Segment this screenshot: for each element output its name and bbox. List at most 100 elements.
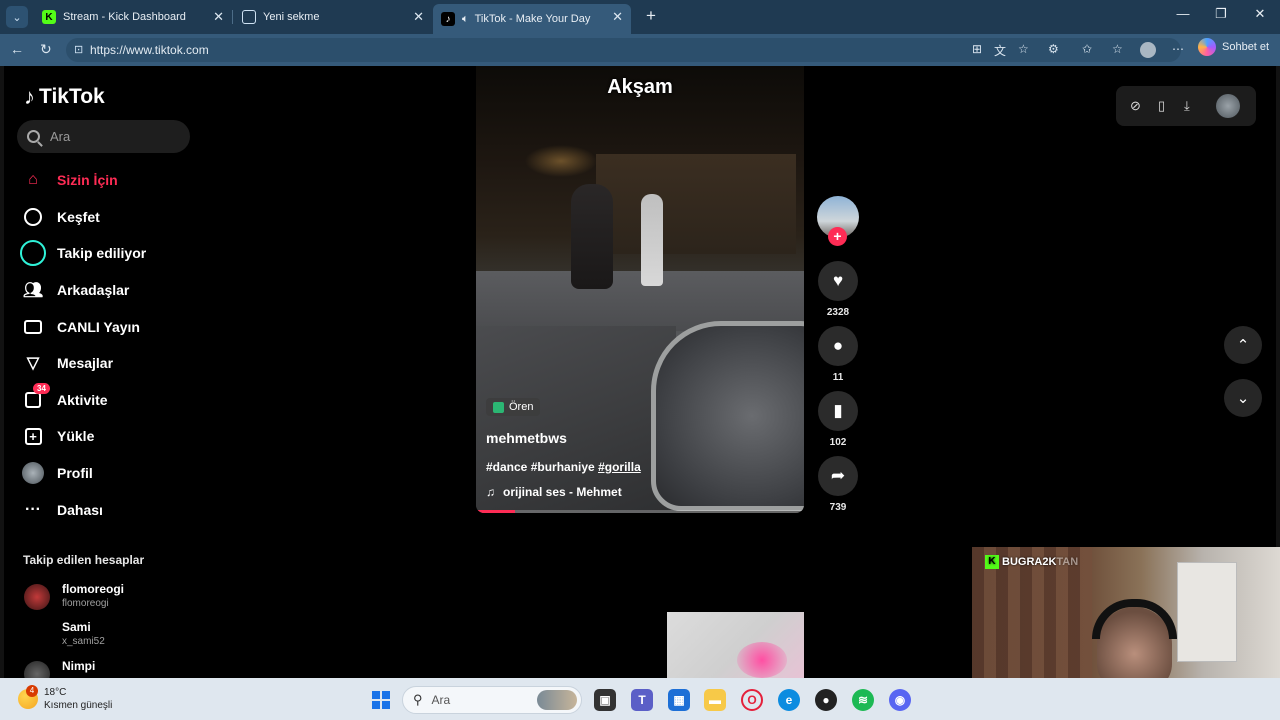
tab-actions-menu[interactable]: ⌄ (6, 6, 28, 28)
extensions-icon[interactable]: ⚙ (1048, 42, 1059, 56)
back-icon[interactable]: ← (10, 41, 24, 57)
search-icon (27, 130, 40, 143)
app-available-icon[interactable]: ⊞ (972, 42, 982, 56)
browser-tab-bar: ⌄ K Stream - Kick Dashboard ✕ Yeni sekme… (0, 0, 1280, 34)
comment-icon: ● (818, 326, 858, 366)
video-hashtags[interactable]: #dance #burhaniye #gorilla (486, 460, 641, 474)
nav-item-profile[interactable]: Profil (20, 455, 146, 492)
live-icon (20, 314, 46, 340)
user-avatar[interactable] (1216, 94, 1240, 118)
minimize-icon[interactable]: — (1168, 6, 1198, 21)
chevron-down-icon: ⌄ (1236, 390, 1250, 407)
more-menu-icon[interactable]: ⋯ (1172, 42, 1184, 56)
tab-tiktok[interactable]: ♪ 🔈︎ TikTok - Make Your Day ✕ (433, 4, 631, 34)
device-icon[interactable]: ▯ (1158, 98, 1165, 114)
file-explorer-icon[interactable]: ▬ (704, 689, 726, 711)
close-tab-icon[interactable]: ✕ (213, 9, 224, 25)
video-progress-bar[interactable] (476, 510, 804, 513)
url-text: https://www.tiktok.com (90, 43, 209, 57)
nav-item-messages[interactable]: ▽ Mesajlar (20, 345, 146, 382)
speaker-icon[interactable]: 🔈︎ (462, 13, 469, 26)
video-player[interactable]: Akşam Ören mehmetbws #dance #burhaniye #… (476, 66, 804, 513)
hashtag-link[interactable]: #gorilla (598, 460, 641, 474)
share-button[interactable]: ➦ 739 (817, 456, 859, 513)
tiktok-note-icon: ♪ (24, 84, 35, 109)
teams-icon[interactable]: T (631, 689, 653, 711)
url-field[interactable]: ⊡ https://www.tiktok.com (66, 38, 1181, 62)
collections-icon[interactable]: ☆ (1112, 42, 1123, 56)
messages-icon: ▽ (26, 355, 40, 373)
tiktok-logo[interactable]: ♪ TikTok (24, 84, 105, 110)
nav-item-for-you[interactable]: ⌂ Sizin İçin (20, 162, 146, 199)
edge-icon[interactable]: e (778, 689, 800, 711)
next-video-preview[interactable] (667, 612, 804, 678)
compass-icon[interactable]: ⊘ (1130, 98, 1141, 114)
comment-button[interactable]: ● 11 (817, 326, 859, 383)
follow-plus-icon[interactable]: + (828, 227, 847, 246)
search-input[interactable] (50, 129, 170, 144)
like-button[interactable]: ♥ 2328 (817, 261, 859, 318)
profile-icon (20, 460, 46, 486)
following-account[interactable]: flomoreogi flomoreogi (24, 582, 124, 610)
avatar (24, 584, 50, 610)
favorites-bar-icon[interactable]: ✩ (1082, 42, 1092, 56)
translate-icon[interactable]: 文 (994, 42, 1006, 59)
save-button[interactable]: ▮ 102 (817, 391, 859, 448)
weather-temp: 18°C (44, 687, 67, 698)
site-info-icon[interactable]: ⊡ (74, 43, 83, 56)
nav-item-upload[interactable]: + Yükle (20, 418, 146, 455)
avatar (24, 661, 50, 678)
previous-video-button[interactable]: ⌃ (1224, 326, 1262, 364)
favorite-star-icon[interactable]: ☆ (1018, 42, 1029, 56)
obs-icon[interactable]: ● (815, 689, 837, 711)
creator-avatar[interactable]: + (817, 196, 859, 246)
activity-badge: 34 (33, 382, 50, 394)
avatar (24, 622, 50, 648)
close-window-icon[interactable]: ✕ (1245, 6, 1275, 22)
restore-icon[interactable]: ❐ (1206, 6, 1236, 22)
video-author[interactable]: mehmetbws (486, 430, 567, 446)
spotify-icon[interactable]: ≋ (852, 689, 874, 711)
following-account[interactable]: Sami x_sami52 (24, 620, 105, 648)
nav-item-activity[interactable]: 34 Aktivite (20, 382, 146, 419)
profile-avatar-icon[interactable] (1140, 42, 1156, 58)
video-sound[interactable]: ♫ orijinal ses - Mehmet (486, 485, 622, 499)
search-suggestion-chip[interactable]: Ören (486, 398, 541, 416)
close-tab-icon[interactable]: ✕ (413, 9, 424, 25)
taskbar-search[interactable]: ⚲ Ara (402, 686, 582, 714)
compass-icon (20, 204, 46, 230)
new-tab-button[interactable]: + (640, 6, 662, 28)
copilot-button[interactable]: Sohbet et (1198, 38, 1269, 56)
kick-icon: K (985, 555, 999, 569)
like-count: 2328 (826, 307, 850, 318)
tab-new-tab[interactable]: Yeni sekme ✕ (234, 4, 432, 30)
nav-item-more[interactable]: ··· Dahası (20, 491, 146, 528)
store-icon[interactable]: ▦ (668, 689, 690, 711)
close-tab-icon[interactable]: ✕ (612, 9, 623, 25)
windows-start-icon[interactable] (372, 691, 390, 709)
nav-item-friends[interactable]: 👥︎ Arkadaşlar (20, 272, 146, 309)
refresh-icon[interactable]: ↻ (40, 41, 52, 58)
task-view-icon[interactable]: ▣ (594, 689, 616, 711)
music-note-icon: ♫ (486, 485, 495, 499)
discord-icon[interactable]: ◉ (889, 689, 911, 711)
opera-icon[interactable]: O (741, 689, 763, 711)
nav-item-explore[interactable]: Keşfet (20, 199, 146, 236)
video-progress-fill (476, 510, 516, 513)
save-count: 102 (829, 437, 847, 448)
following-account[interactable]: Nimpi (24, 659, 95, 678)
search-highlight-image (537, 690, 577, 710)
home-icon: ⌂ (28, 171, 38, 189)
chevron-up-icon: ⌃ (1236, 337, 1250, 354)
next-video-button[interactable]: ⌄ (1224, 379, 1262, 417)
tab-title: TikTok - Make Your Day (474, 13, 591, 25)
share-count: 739 (829, 502, 847, 513)
nav-item-live[interactable]: CANLI Yayın (20, 308, 146, 345)
nav-item-following[interactable]: Takip ediliyor (20, 235, 146, 272)
weather-widget[interactable]: 4 18°C Kısmen güneşli (18, 685, 112, 712)
search-box[interactable] (17, 120, 190, 153)
upload-icon: + (20, 423, 46, 449)
tab-kick-dashboard[interactable]: K Stream - Kick Dashboard ✕ (34, 4, 233, 30)
search-icon: ⚲ (413, 692, 423, 707)
download-icon[interactable]: ⤓ (1184, 98, 1190, 114)
